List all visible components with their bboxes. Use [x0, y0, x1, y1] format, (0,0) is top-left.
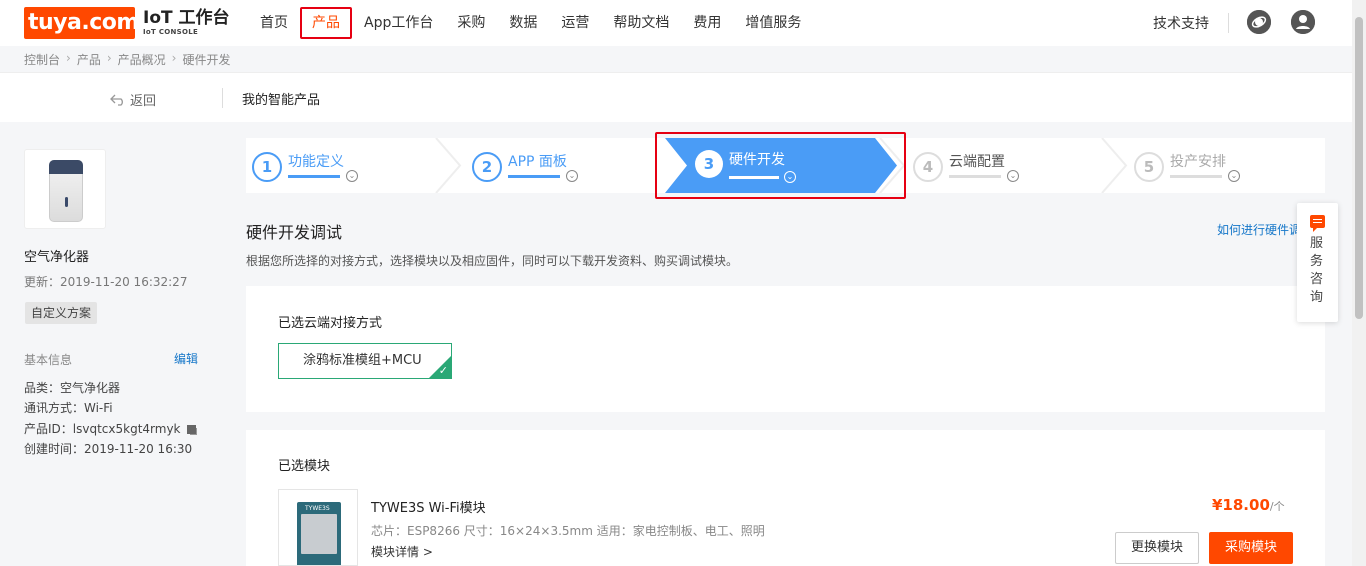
- help-link[interactable]: 如何进行硬件调: [1217, 221, 1297, 238]
- solution-tag: 自定义方案: [25, 302, 98, 324]
- chat-icon: [1310, 215, 1325, 232]
- globe-icon[interactable]: [1247, 10, 1271, 34]
- console-title-sub: IoT CONSOLE: [143, 28, 199, 36]
- selected-module-card: 已选模块 TYWE3S TYWE3S Wi-Fi模块 芯片：ESP8266 尺寸…: [246, 430, 1325, 566]
- access-method-card: 已选云端对接方式 涂鸦标准模组+MCU ✓: [246, 286, 1325, 412]
- check-icon: ✓: [438, 364, 448, 377]
- module-name: TYWE3S Wi-Fi模块: [371, 501, 486, 516]
- breadcrumb-sep-icon: ›: [66, 51, 71, 65]
- info-category: 品类：空气净化器: [24, 381, 121, 395]
- breadcrumb-sep-icon: ›: [171, 51, 177, 65]
- console-title: IoT 工作台 IoT CONSOLE: [143, 8, 230, 37]
- selected-module-title: 已选模块: [278, 459, 331, 474]
- top-header: tuya.com IoT 工作台 IoT CONSOLE 首页 产品 App工作…: [0, 0, 1366, 46]
- change-module-button[interactable]: 更换模块: [1115, 532, 1199, 564]
- access-method-label: 涂鸦标准模组+MCU: [303, 353, 422, 368]
- step-label: 硬件开发: [729, 152, 785, 168]
- page-subbar: 返回 我的智能产品: [0, 72, 1352, 122]
- user-avatar-icon[interactable]: [1291, 10, 1315, 34]
- chevron-down-icon[interactable]: ⌄: [784, 171, 796, 183]
- module-image: TYWE3S: [278, 489, 358, 566]
- chevron-down-icon[interactable]: ⌄: [1007, 170, 1019, 182]
- step-hardware-development[interactable]: 3 硬件开发 ⌄: [655, 132, 906, 199]
- back-button[interactable]: 返回: [110, 90, 156, 109]
- product-name: 空气净化器: [24, 250, 90, 265]
- page-title: 我的智能产品: [242, 93, 321, 108]
- main-nav: 首页 产品 App工作台 采购 数据 运营 帮助文档 费用 增值服务: [248, 0, 813, 46]
- scrollbar-thumb[interactable]: [1355, 17, 1363, 319]
- nav-purchase[interactable]: 采购: [445, 8, 497, 38]
- page-scrollbar[interactable]: [1352, 0, 1366, 566]
- access-method-option[interactable]: 涂鸦标准模组+MCU ✓: [278, 343, 452, 379]
- step-progress-bar: [729, 176, 779, 179]
- header-divider: [1228, 13, 1229, 33]
- info-protocol: 通讯方式：Wi-Fi: [24, 401, 113, 415]
- step-separator-icon: [1101, 138, 1128, 193]
- breadcrumb-current: 硬件开发: [182, 53, 231, 67]
- consult-label: 服务咨询: [1310, 236, 1324, 305]
- breadcrumb-sep-icon: ›: [106, 51, 112, 65]
- nav-value-added[interactable]: 增值服务: [733, 8, 813, 38]
- module-specs: 芯片：ESP8266 尺寸：16×24×3.5mm 适用：家电控制板、电工、照明: [371, 524, 765, 538]
- step-number: 2: [472, 152, 502, 182]
- product-sidebar: 空气净化器 更新：2019-11-20 16:32:27 自定义方案 基本信息 …: [0, 123, 222, 566]
- nav-operations[interactable]: 运营: [549, 8, 601, 38]
- section-description: 根据您所选择的对接方式，选择模块以及相应固件，同时可以下载开发资料、购买调试模块…: [246, 254, 739, 268]
- step-label: 云端配置: [949, 154, 1005, 170]
- step-number: 1: [252, 152, 282, 182]
- step-number: 4: [913, 152, 943, 182]
- buy-module-button[interactable]: 采购模块: [1209, 532, 1293, 564]
- nav-data[interactable]: 数据: [497, 8, 549, 38]
- section-title: 硬件开发调试: [246, 223, 343, 242]
- product-image: [24, 149, 106, 229]
- step-progress-bar: [508, 175, 560, 178]
- edit-link[interactable]: 编辑: [174, 350, 198, 367]
- step-progress-bar: [949, 175, 1001, 178]
- console-title-main: IoT 工作台: [143, 8, 230, 28]
- step-separator-icon: [435, 138, 462, 193]
- module-price: ¥18.00/个: [1212, 496, 1285, 514]
- basic-info-title: 基本信息: [24, 353, 73, 367]
- chevron-down-icon[interactable]: ⌄: [566, 170, 578, 182]
- step-label: APP 面板: [508, 154, 567, 170]
- breadcrumb-products[interactable]: 产品: [77, 51, 101, 68]
- step-progress-bar: [1170, 175, 1222, 178]
- product-updated-time: 更新：2019-11-20 16:32:27: [24, 275, 188, 289]
- price-unit: /个: [1269, 500, 1285, 513]
- nav-docs[interactable]: 帮助文档: [601, 8, 681, 38]
- subbar-divider: [222, 88, 223, 108]
- back-label: 返回: [130, 94, 157, 109]
- wifi-module-icon: TYWE3S: [297, 502, 341, 565]
- step-progress-bar: [288, 175, 340, 178]
- step-label: 投产安排: [1170, 154, 1226, 170]
- nav-home[interactable]: 首页: [248, 8, 300, 38]
- nav-app-workbench[interactable]: App工作台: [352, 8, 445, 38]
- info-product-id: 产品ID：lsvqtcx5kgt4rmyk: [24, 420, 196, 437]
- nav-products[interactable]: 产品: [300, 7, 352, 39]
- chevron-down-icon[interactable]: ⌄: [1228, 170, 1240, 182]
- step-number: 5: [1134, 152, 1164, 182]
- tuya-logo[interactable]: tuya.com: [24, 7, 139, 39]
- nav-billing[interactable]: 费用: [681, 8, 733, 38]
- service-consult-button[interactable]: 服务咨询: [1297, 203, 1338, 322]
- module-detail-link[interactable]: 模块详情 >: [371, 543, 433, 560]
- step-number: 3: [695, 150, 723, 178]
- back-arrow-icon: [110, 94, 123, 106]
- step-label: 功能定义: [288, 154, 344, 170]
- chevron-down-icon[interactable]: ⌄: [346, 170, 358, 182]
- copy-icon[interactable]: [186, 425, 196, 434]
- breadcrumb-overview[interactable]: 产品概况: [118, 51, 166, 68]
- breadcrumb-console[interactable]: 控制台: [24, 51, 60, 68]
- info-created: 创建时间：2019-11-20 16:30: [24, 442, 193, 456]
- access-method-title: 已选云端对接方式: [278, 316, 383, 331]
- air-purifier-icon: [49, 160, 83, 222]
- breadcrumb: 控制台 › 产品 › 产品概况 › 硬件开发: [24, 51, 231, 68]
- product-id-text: 产品ID：lsvqtcx5kgt4rmyk: [24, 422, 181, 436]
- tech-support-link[interactable]: 技术支持: [1153, 13, 1209, 33]
